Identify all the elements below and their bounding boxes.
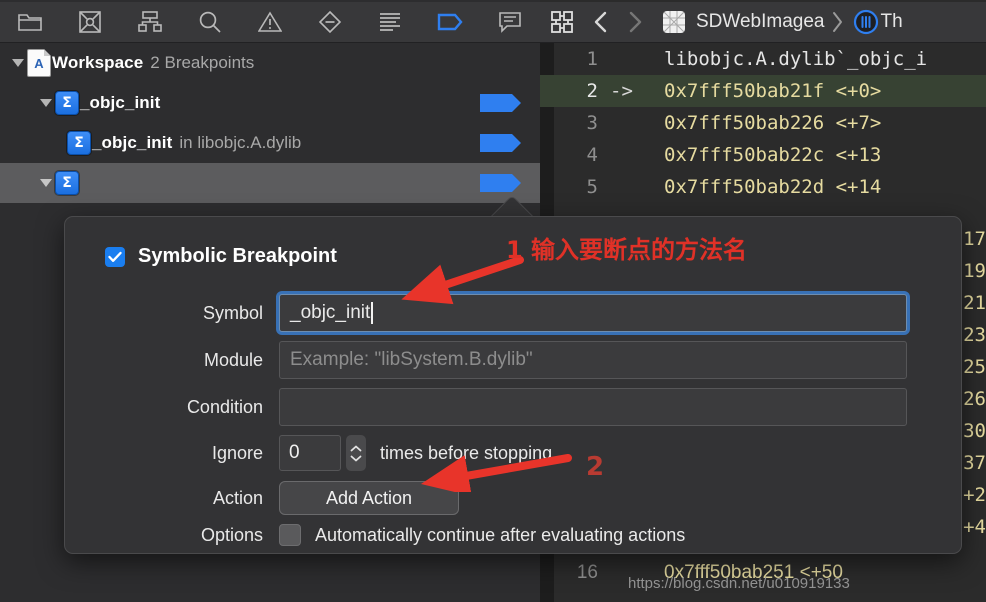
text-caret — [371, 302, 373, 324]
breadcrumb-project-label[interactable]: SDWebImagea — [696, 11, 825, 33]
breakpoint-row-objc-init[interactable]: Σ _objc_init — [0, 83, 540, 123]
line-number: 16 — [576, 562, 598, 583]
options-field-label: Options — [200, 524, 263, 545]
module-field-label: Module — [203, 349, 263, 370]
breakpoint-row-subtitle: in libobjc.A.dylib — [179, 133, 302, 152]
breakpoint-enabled-flag-icon[interactable] — [480, 92, 522, 114]
tail-offset: 19 — [963, 260, 986, 282]
condition-field-label: Condition — [186, 396, 263, 417]
condition-field-row: Condition — [93, 388, 907, 426]
watermark-text: https://blog.csdn.net/u010919133 — [628, 575, 850, 592]
popover-arrow-tip — [488, 192, 534, 218]
symbol-input-value: _objc_init — [290, 302, 371, 323]
auto-continue-label: Automatically continue after evaluating … — [315, 524, 686, 545]
ignore-field-row: Ignore 0 times before stopping — [93, 435, 552, 471]
action-field-label: Action — [212, 487, 263, 508]
tail-offset: 23 — [963, 324, 986, 346]
xcode-breakpoint-screen: A Workspace 2 Breakpoints Σ _objc_init Σ… — [0, 0, 986, 602]
tail-offset: 25 — [963, 356, 986, 378]
popover-header: Symbolic Breakpoint — [105, 245, 337, 268]
report-navigator-icon[interactable] — [480, 2, 540, 42]
ignore-suffix-label: times before stopping — [380, 442, 553, 463]
symbolic-breakpoint-icon: Σ — [54, 171, 80, 195]
test-navigator-icon[interactable] — [300, 2, 360, 42]
thread-icon[interactable] — [851, 2, 881, 42]
disclosure-triangle-icon[interactable] — [10, 43, 26, 83]
condition-input[interactable] — [279, 388, 907, 426]
tail-offset: +4 — [963, 516, 986, 538]
popover-title: Symbolic Breakpoint — [138, 245, 337, 267]
breakpoint-row-objc-init-libobjc[interactable]: Σ _objc_init in libobjc.A.dylib — [0, 123, 540, 163]
editor-jump-bar: SDWebImagea Th — [540, 2, 986, 42]
breakpoint-navigator-icon[interactable] — [420, 2, 480, 42]
ignore-count-input[interactable]: 0 — [279, 435, 341, 471]
chevron-right-icon — [825, 2, 851, 42]
tail-offset: +2 — [963, 484, 986, 506]
navigator-toolbar — [0, 2, 540, 42]
breakpoint-row-label: _objc_init — [92, 133, 173, 152]
disclosure-triangle-icon[interactable] — [38, 163, 54, 203]
find-navigator-icon[interactable] — [180, 2, 240, 42]
symbolic-breakpoint-icon: Σ — [66, 131, 92, 155]
disclosure-triangle-icon[interactable] — [38, 83, 54, 123]
breakpoint-enabled-flag-icon[interactable] — [480, 172, 522, 194]
workspace-document-icon: A — [26, 49, 52, 77]
auto-continue-checkbox[interactable] — [279, 524, 301, 546]
breakpoint-row-label: Workspace — [52, 53, 144, 72]
breakpoint-row-workspace[interactable]: A Workspace 2 Breakpoints — [0, 43, 540, 83]
assembly-file-icon[interactable] — [652, 2, 696, 42]
module-input-placeholder: Example: "libSystem.B.dylib" — [290, 349, 533, 370]
ignore-count-value: 0 — [289, 442, 300, 463]
tail-offset: 37 — [963, 452, 986, 474]
project-navigator-icon[interactable] — [0, 2, 60, 42]
module-field-row: Module Example: "libSystem.B.dylib" — [93, 341, 907, 379]
breakpoint-row-subtitle: 2 Breakpoints — [150, 53, 255, 72]
navigate-back-button[interactable] — [584, 2, 618, 42]
ignore-count-stepper[interactable] — [346, 435, 366, 471]
related-items-icon[interactable] — [540, 2, 584, 42]
breadcrumb-thread-label[interactable]: Th — [881, 11, 903, 33]
symbol-navigator-icon[interactable] — [120, 2, 180, 42]
source-control-navigator-icon[interactable] — [60, 2, 120, 42]
add-action-button[interactable]: Add Action — [279, 481, 459, 515]
options-field-row: Options Automatically continue after eva… — [93, 524, 685, 546]
tail-offset: 17 — [963, 228, 986, 250]
symbolic-breakpoint-icon: Σ — [54, 91, 80, 115]
symbolic-breakpoint-popover: Symbolic Breakpoint Symbol _objc_init Mo… — [64, 216, 962, 554]
breakpoint-enabled-checkbox[interactable] — [105, 246, 125, 267]
symbol-field-label: Symbol — [202, 302, 263, 323]
breakpoint-row-label: _objc_init — [80, 93, 161, 112]
tail-offset: 30 — [963, 420, 986, 442]
debug-navigator-icon[interactable] — [360, 2, 420, 42]
action-field-row: Action Add Action — [93, 481, 459, 515]
issue-navigator-icon[interactable] — [240, 2, 300, 42]
ignore-field-label: Ignore — [211, 442, 263, 463]
breakpoint-row-new-symbolic[interactable]: Σ — [0, 163, 540, 203]
symbol-field-row: Symbol _objc_init — [93, 294, 907, 332]
module-input[interactable]: Example: "libSystem.B.dylib" — [279, 341, 907, 379]
symbol-input[interactable]: _objc_init — [279, 294, 907, 332]
breakpoint-enabled-flag-icon[interactable] — [480, 132, 522, 154]
tail-offset: 21 — [963, 292, 986, 314]
tail-offset: 26 — [963, 388, 986, 410]
navigate-forward-button[interactable] — [618, 2, 652, 42]
